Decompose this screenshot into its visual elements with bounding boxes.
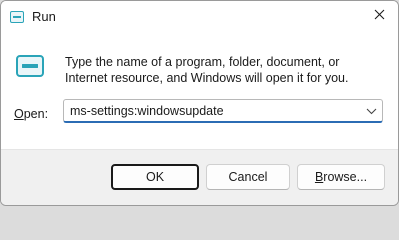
close-button[interactable] (366, 4, 392, 28)
open-label: Open: (14, 107, 48, 121)
ok-label: OK (145, 170, 165, 184)
dialog-message: Type the name of a program, folder, docu… (65, 55, 349, 85)
chevron-down-icon[interactable] (364, 104, 378, 118)
open-label-mnemonic: O (14, 107, 24, 121)
title-bar[interactable]: Run (1, 1, 398, 31)
run-icon (10, 10, 24, 23)
browse-button[interactable]: Browse... (297, 164, 385, 190)
open-input[interactable] (64, 100, 360, 121)
run-dialog: Run Type the name of a program, folder, … (0, 0, 399, 206)
run-icon (16, 55, 44, 77)
cancel-label: Cancel (228, 170, 268, 184)
cancel-button[interactable]: Cancel (206, 164, 290, 190)
browse-mnemonic: B (314, 170, 324, 184)
ok-button[interactable]: OK (111, 164, 199, 190)
dialog-footer: OK Cancel Browse... (1, 149, 398, 205)
dialog-content: Type the name of a program, folder, docu… (1, 31, 398, 149)
browse-label: rowse... (323, 170, 368, 184)
open-combobox[interactable] (63, 99, 383, 123)
close-icon (374, 7, 385, 25)
open-label-text: pen: (23, 107, 49, 121)
window-title: Run (32, 9, 56, 24)
